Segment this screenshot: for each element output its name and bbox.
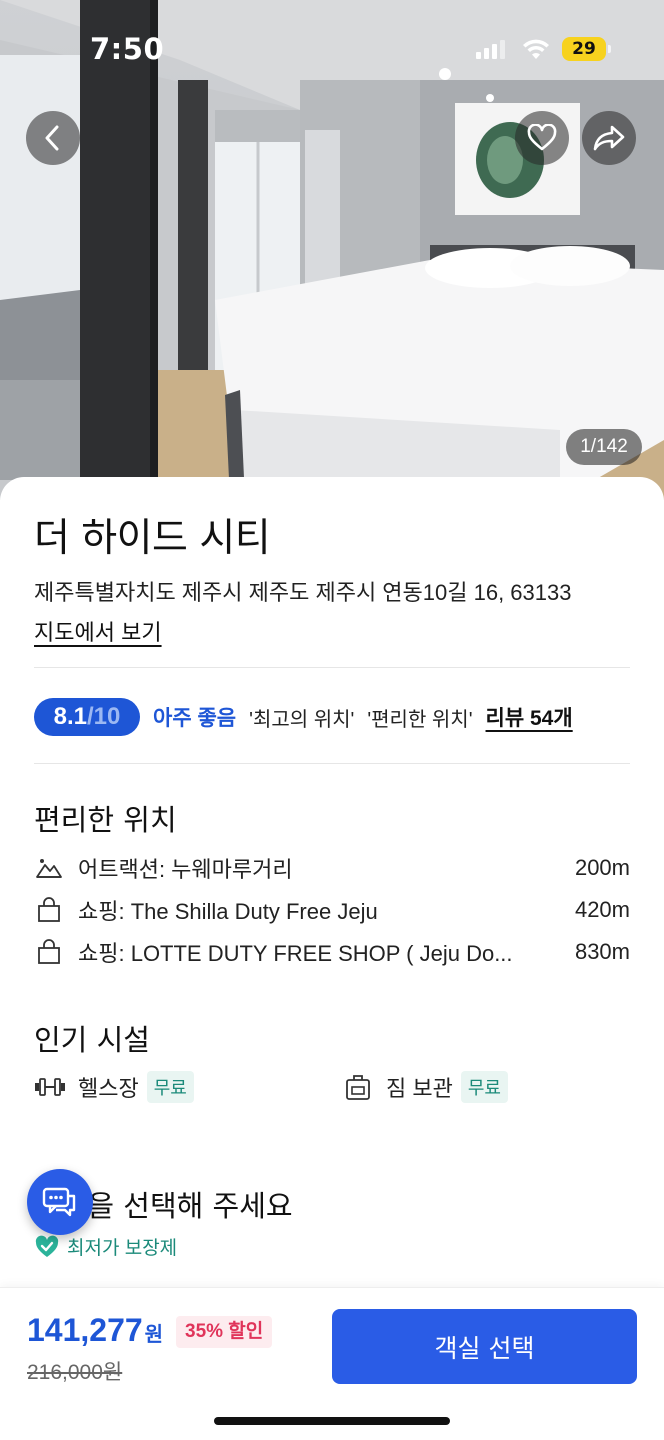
check-heart-icon [35, 1235, 59, 1257]
select-room-button[interactable]: 객실 선택 [332, 1309, 637, 1384]
shopping-bag-icon [34, 895, 64, 925]
guarantee-label: 최저가 보장제 [67, 1238, 178, 1259]
price-value: 141,277 [27, 1312, 143, 1348]
list-item[interactable]: 쇼핑: The Shilla Duty Free Jeju 420m [34, 889, 630, 931]
poi-name: 쇼핑: The Shilla Duty Free Jeju [78, 899, 378, 924]
reviews-link[interactable]: 리뷰 54개 [486, 702, 573, 732]
back-button[interactable] [26, 111, 80, 165]
share-arrow-icon [593, 125, 625, 151]
discount-badge: 35% 할인 [176, 1316, 273, 1348]
dumbbell-icon [34, 1071, 66, 1103]
poi-name: 쇼핑: LOTTE DUTY FREE SHOP ( Jeju Do... [78, 941, 513, 966]
cellular-signal-icon [476, 40, 505, 59]
location-section-title: 편리한 위치 [34, 803, 177, 837]
battery-indicator: 29 [562, 37, 611, 61]
original-price: 216,000원 [27, 1361, 123, 1384]
facility-label: 헬스장 [78, 1076, 139, 1101]
luggage-icon [342, 1071, 374, 1103]
free-badge: 무료 [146, 1071, 194, 1103]
divider [34, 763, 630, 764]
chat-bubble-icon [42, 1187, 76, 1217]
facility-item: 짐 보관 무료 [342, 1071, 508, 1103]
status-bar: 7:50 29 [0, 0, 664, 100]
wishlist-button[interactable] [515, 111, 569, 165]
chevron-left-icon [45, 125, 59, 151]
shopping-bag-icon [34, 937, 64, 967]
hero-photo[interactable]: 7:50 29 1/142 [0, 0, 664, 500]
list-item[interactable]: 어트랙션: 누웨마루거리 200m [34, 847, 630, 889]
review-tag: '최고의 위치' [249, 708, 355, 731]
divider [34, 667, 630, 668]
free-badge: 무료 [460, 1071, 508, 1103]
facility-item: 헬스장 무료 [34, 1071, 194, 1103]
facilities-section-title: 인기 시설 [34, 1023, 150, 1057]
poi-distance: 420m [574, 897, 630, 922]
rating-row: 8.1/10 아주 좋음 '최고의 위치' '편리한 위치' 리뷰 54개 [34, 698, 573, 736]
facilities-list: 헬스장 무료 짐 보관 무료 [34, 1071, 630, 1111]
bottom-booking-bar: 141,277 원 35% 할인 216,000원 객실 선택 [0, 1287, 664, 1440]
best-price-guarantee[interactable]: 최저가 보장제 [34, 1233, 177, 1260]
chat-button[interactable] [27, 1169, 93, 1235]
rating-label: 아주 좋음 [153, 707, 237, 730]
facility-label: 짐 보관 [386, 1076, 453, 1101]
list-item[interactable]: 쇼핑: LOTTE DUTY FREE SHOP ( Jeju Do... 83… [34, 931, 630, 973]
nearby-list: 어트랙션: 누웨마루거리 200m 쇼핑: The Shilla Duty Fr… [34, 847, 630, 973]
heart-icon [527, 124, 557, 151]
score-max: /10 [87, 703, 121, 730]
hotel-address: 제주특별자치도 제주시 제주도 제주시 연동10길 16, 63133 [34, 580, 572, 605]
review-tag: '편리한 위치' [367, 708, 473, 731]
hotel-name: 더 하이드 시티 [34, 516, 271, 561]
photo-counter: 1/142 [566, 429, 642, 465]
home-indicator[interactable] [214, 1417, 450, 1425]
share-button[interactable] [582, 111, 636, 165]
attraction-icon [34, 853, 64, 883]
poi-distance: 200m [574, 855, 630, 880]
score-badge: 8.1/10 [34, 698, 140, 736]
status-time: 7:50 [90, 32, 165, 66]
score-value: 8.1 [53, 703, 87, 730]
poi-distance: 830m [574, 939, 630, 964]
current-price: 141,277 원 [27, 1312, 163, 1349]
poi-name: 어트랙션: 누웨마루거리 [78, 857, 293, 882]
view-on-map-link[interactable]: 지도에서 보기 [34, 615, 162, 647]
wifi-icon [523, 39, 549, 59]
price-unit: 원 [144, 1324, 164, 1346]
